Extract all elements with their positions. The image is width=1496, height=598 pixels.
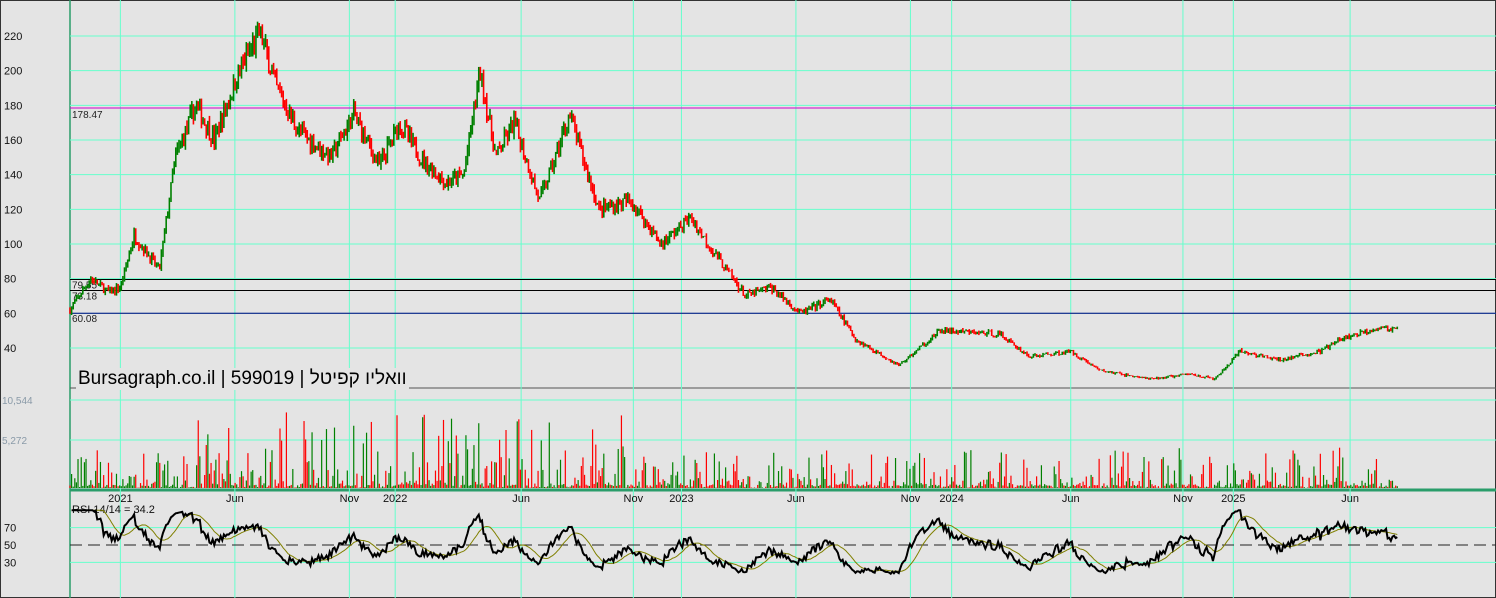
price-level-label: 178.47 (72, 110, 103, 121)
time-tick-label: Jun (512, 493, 530, 505)
price-tick-label: 60 (4, 308, 16, 320)
time-tick-label: Jun (787, 493, 805, 505)
rsi-tick-label: 70 (4, 523, 16, 535)
time-tick-label: 2024 (939, 493, 963, 505)
time-tick-label: 2025 (1221, 493, 1245, 505)
price-tick-label: 160 (4, 135, 22, 147)
time-tick-label: Nov (340, 493, 360, 505)
price-tick-label: 180 (4, 100, 22, 112)
price-tick-label: 40 (4, 343, 16, 355)
rsi-tick-label: 50 (4, 540, 16, 552)
time-tick-label: 2022 (383, 493, 407, 505)
rsi-tick-label: 30 (4, 557, 16, 569)
volume-tick-label: 5,272 (2, 436, 27, 447)
time-tick-label: Nov (901, 493, 921, 505)
time-tick-label: Nov (624, 493, 644, 505)
time-tick-label: 2023 (669, 493, 693, 505)
price-tick-label: 100 (4, 239, 22, 251)
price-tick-label: 220 (4, 31, 22, 43)
volume-tick-label: 10,544 (2, 396, 33, 407)
price-tick-label: 200 (4, 66, 22, 78)
time-tick-label: Jun (1341, 493, 1359, 505)
price-tick-label: 80 (4, 274, 16, 286)
time-tick-label: Jun (1062, 493, 1080, 505)
price-tick-label: 140 (4, 170, 22, 182)
time-tick-label: Jun (226, 493, 244, 505)
price-level-label: 60.08 (72, 314, 97, 325)
price-chart: 4060801001201401601802002202021 Jun Nov 202… (2, 0, 1496, 598)
time-tick-label: Nov (1173, 493, 1193, 505)
chart-title: Bursagraph.co.il | 599019 | וואליו קפיטל (76, 368, 409, 390)
price-tick-label: 120 (4, 204, 22, 216)
